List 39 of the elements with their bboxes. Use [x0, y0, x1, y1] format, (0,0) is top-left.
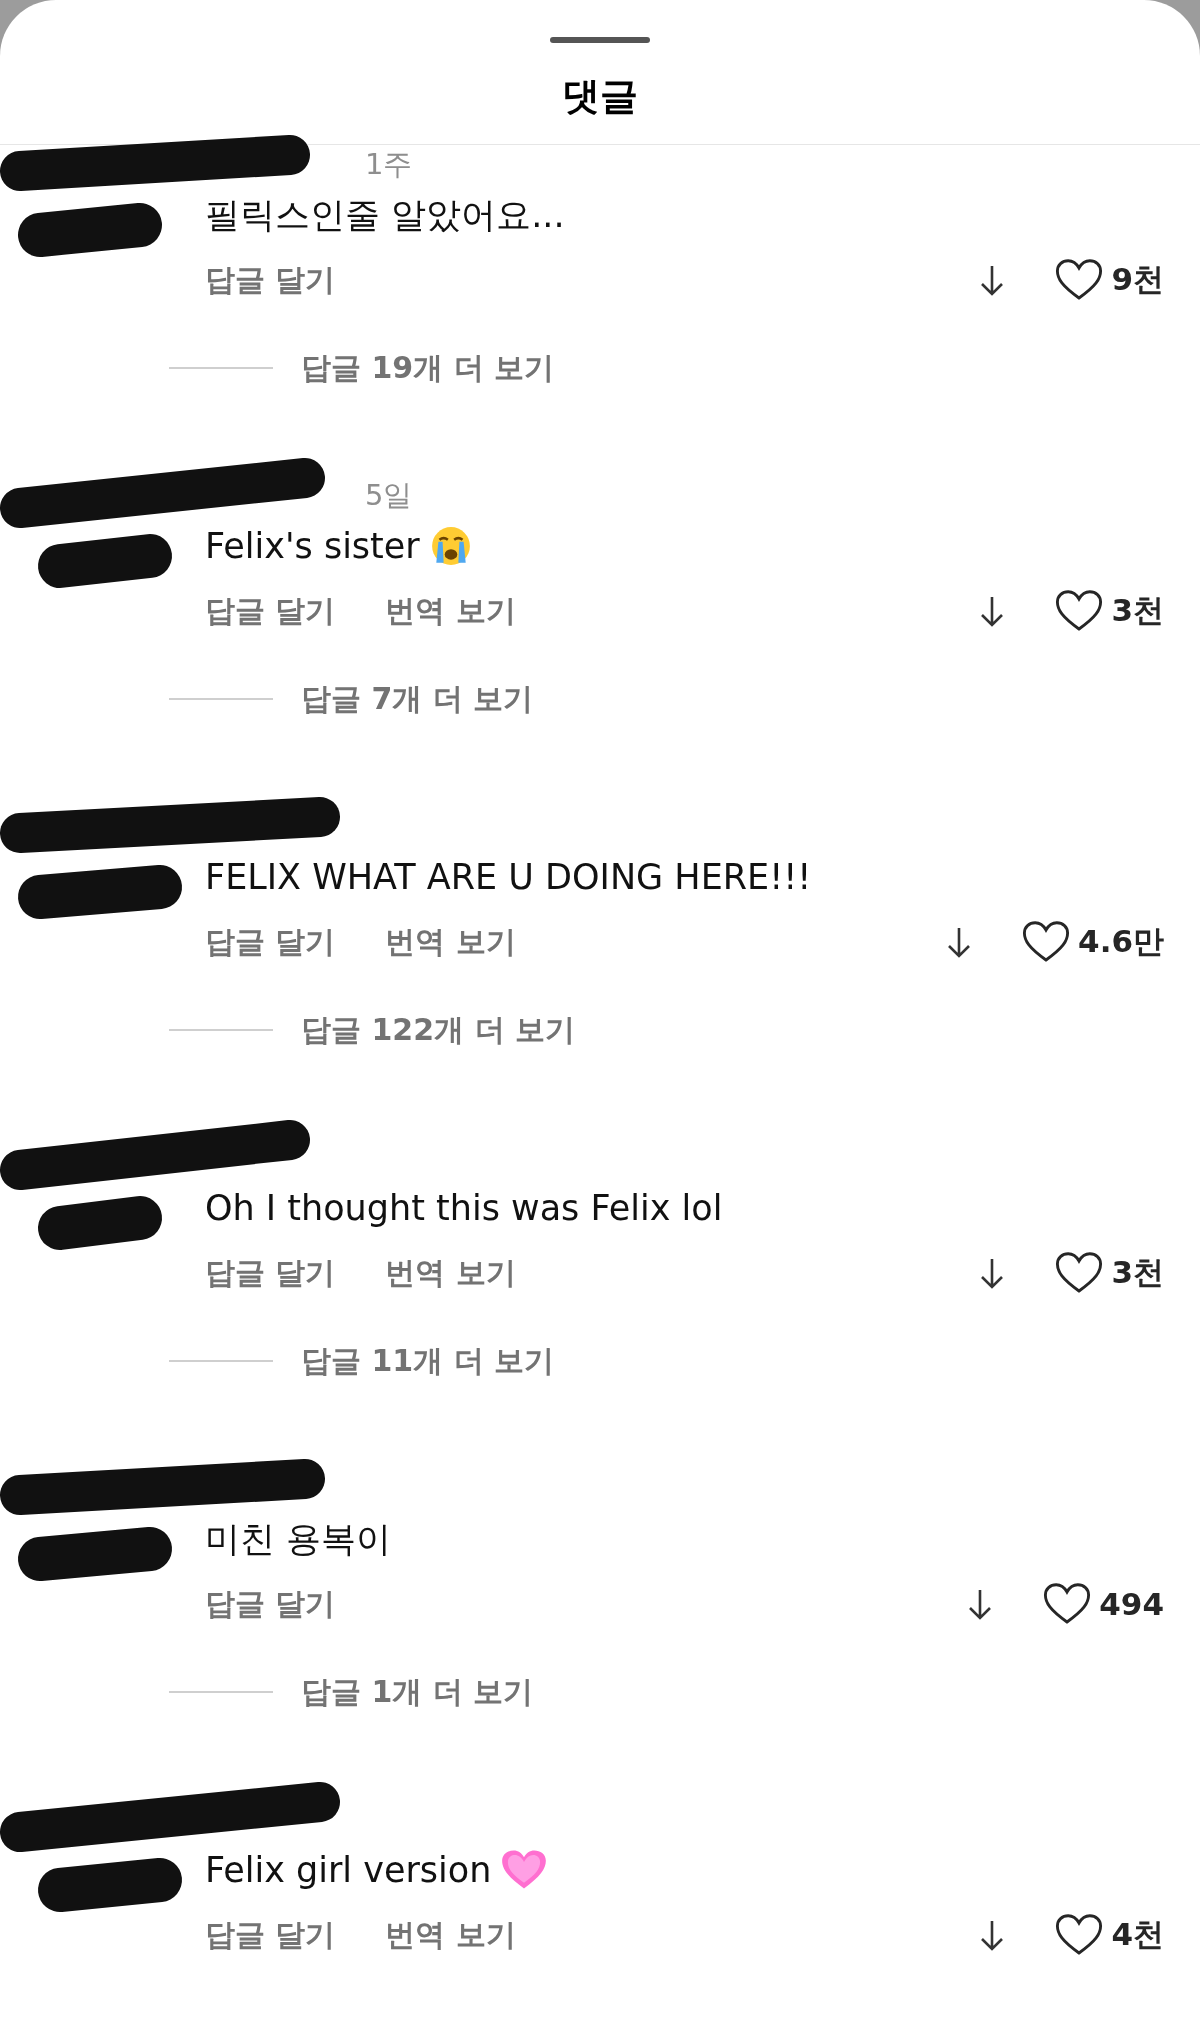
action-link[interactable]: 답글 달기: [205, 921, 336, 963]
like-count: 4.6만: [1078, 922, 1164, 961]
view-replies-link[interactable]: 답글 122개 더 보기: [301, 1009, 575, 1051]
heart-icon[interactable]: [1055, 1251, 1104, 1295]
crying-face-icon: [429, 525, 472, 567]
drag-handle[interactable]: [550, 37, 650, 43]
action-link[interactable]: 답글 달기: [205, 1252, 336, 1294]
heart-icon[interactable]: [1055, 258, 1104, 302]
heart-icon[interactable]: [1022, 920, 1071, 964]
comment-text: 미친 용복이: [205, 1517, 392, 1561]
view-replies-link[interactable]: 답글 7개 더 보기: [301, 678, 534, 720]
view-replies-link[interactable]: 답글 1개 더 보기: [301, 1671, 534, 1713]
view-replies-link[interactable]: 답글 11개 더 보기: [301, 1340, 555, 1382]
action-link[interactable]: 번역 보기: [385, 590, 516, 632]
sheet-title: 댓글: [562, 73, 638, 120]
heart-icon[interactable]: [1043, 1582, 1092, 1626]
comment-text: Felix girl version: [205, 1850, 492, 1890]
like-count: 9천: [1111, 260, 1164, 299]
action-link[interactable]: 답글 달기: [205, 1914, 336, 1956]
heart-emoji-icon: [501, 1849, 548, 1891]
like-count: 494: [1099, 1586, 1164, 1622]
heart-icon[interactable]: [1055, 1913, 1104, 1957]
comment-text: 필릭스인줄 알았어요...: [205, 193, 565, 237]
like-count: 3천: [1111, 591, 1164, 630]
comment-text: Felix's sister: [205, 526, 420, 566]
comment-time: 1주: [365, 146, 413, 183]
action-link[interactable]: 답글 달기: [205, 1583, 336, 1625]
comment-text: Oh I thought this was Felix lol: [205, 1188, 723, 1228]
like-count: 3천: [1111, 1253, 1164, 1292]
action-link[interactable]: 번역 보기: [385, 921, 516, 963]
view-replies-link[interactable]: 답글 19개 더 보기: [301, 347, 555, 389]
action-link[interactable]: 답글 달기: [205, 259, 336, 301]
heart-icon[interactable]: [1055, 589, 1104, 633]
like-count: 4천: [1111, 1915, 1164, 1954]
comment-time: 5일: [365, 477, 413, 514]
action-link[interactable]: 번역 보기: [385, 1914, 516, 1956]
action-link[interactable]: 번역 보기: [385, 1252, 516, 1294]
comment-text: FELIX WHAT ARE U DOING HERE!!!: [205, 857, 812, 897]
action-link[interactable]: 답글 달기: [205, 590, 336, 632]
